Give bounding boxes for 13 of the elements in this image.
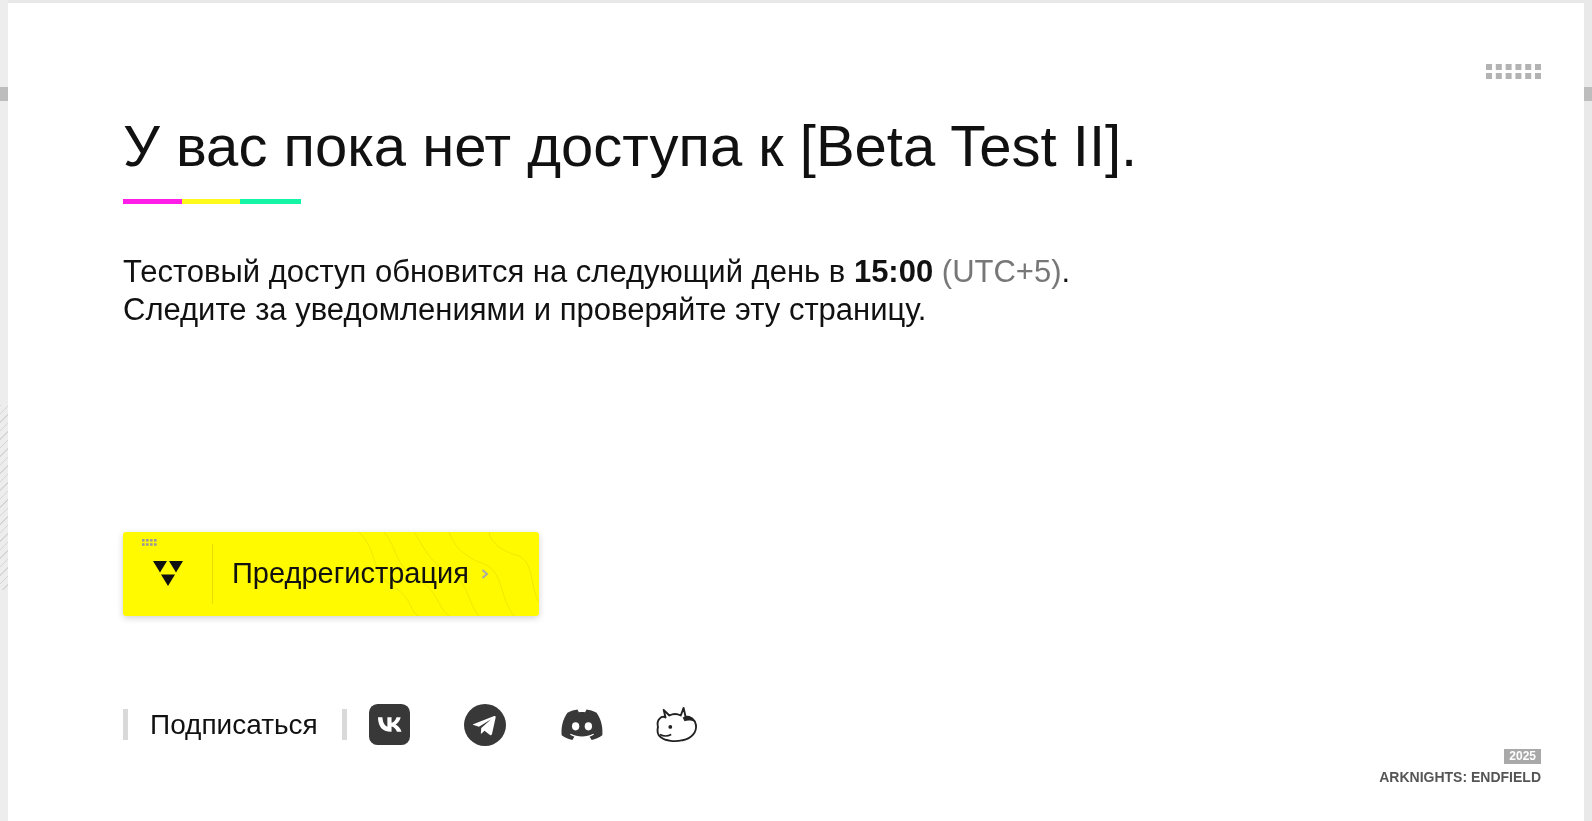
triangle-icon [152, 561, 183, 587]
grid-icon [1486, 64, 1541, 79]
notice-text: Тестовый доступ обновится на следующий день в 15:00 (UTC+5). Следите за уведомлениями и проверяйте эту страницу. [123, 252, 1071, 329]
dot-grid-icon [142, 538, 157, 546]
paper-plane-icon[interactable] [463, 703, 506, 746]
chevron-right-icon [481, 568, 489, 579]
discord-logo-icon[interactable] [559, 709, 604, 741]
vk-logo-icon[interactable] [368, 704, 410, 746]
preregister-button[interactable]: Предрегистрация [123, 531, 539, 616]
footer-title: ARKNIGHTS: ENDFIELD [1379, 768, 1541, 785]
year-badge: 2025 [1504, 748, 1541, 764]
page-heading: У вас пока нет доступа к [Beta Test II]. [123, 112, 1138, 180]
subscribe-label: Подписаться [150, 708, 318, 741]
